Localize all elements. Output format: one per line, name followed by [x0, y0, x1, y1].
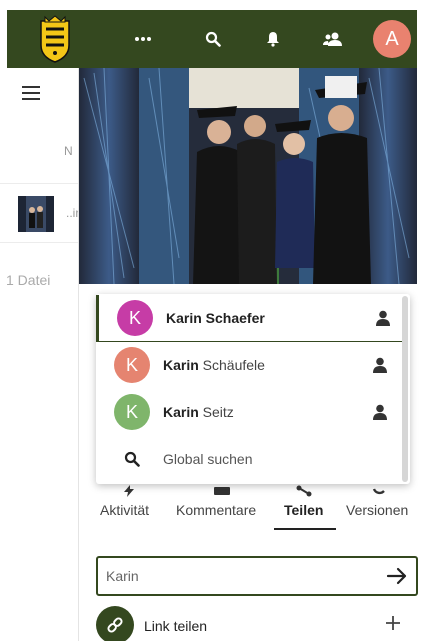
tab-activity[interactable]: Aktivität — [100, 502, 149, 518]
suggestion-name: Karin Schäufele — [163, 357, 265, 373]
user-icon — [376, 310, 390, 326]
suggestion-avatar: K — [114, 394, 150, 430]
user-avatar[interactable]: A — [373, 20, 411, 58]
search-icon[interactable] — [201, 27, 225, 51]
share-search-input[interactable] — [106, 566, 366, 586]
global-search-item[interactable]: Global suchen — [96, 436, 402, 483]
share-link-label: Link teilen — [144, 618, 208, 634]
app-window: A N ..ir 1 Datei Aktivität Kommentare Te… — [0, 0, 430, 641]
file-count-label: 1 Datei — [6, 272, 51, 288]
activity-icon — [122, 484, 138, 498]
suggestion-avatar: K — [114, 347, 150, 383]
suggestion-item[interactable]: K Karin Schaefer — [96, 295, 402, 342]
state-coat-of-arms-logo[interactable] — [37, 15, 73, 63]
history-icon — [372, 484, 388, 498]
suggestion-name: Karin Seitz — [163, 404, 234, 420]
hamburger-menu-icon[interactable] — [22, 86, 40, 100]
suggestion-item[interactable]: K Karin Seitz — [96, 389, 402, 436]
share-icon — [296, 484, 312, 498]
tab-comments[interactable]: Kommentare — [176, 502, 256, 518]
clipped-column-header: N — [64, 144, 73, 158]
more-horizontal-icon[interactable] — [131, 27, 155, 51]
top-header: A — [7, 10, 417, 68]
user-avatar-initial: A — [385, 27, 399, 50]
dropdown-scrollbar[interactable] — [402, 296, 408, 482]
contacts-icon[interactable] — [321, 27, 345, 51]
bell-icon[interactable] — [261, 27, 285, 51]
active-tab-indicator — [274, 528, 336, 530]
add-share-link-button[interactable] — [384, 614, 402, 632]
suggestion-avatar: K — [117, 300, 153, 336]
sidebar-tabs: Aktivität Kommentare Teilen Versionen — [96, 484, 417, 534]
autocomplete-dropdown: K Karin Schaefer K Karin Schäufele K Kar… — [96, 294, 410, 484]
link-icon — [96, 606, 134, 641]
file-thumbnail — [18, 196, 54, 232]
share-link-row[interactable]: Link teilen — [96, 606, 418, 641]
search-icon — [124, 451, 140, 467]
share-search-field — [96, 556, 418, 596]
file-list-row[interactable]: ..ir — [0, 183, 79, 243]
global-search-label: Global suchen — [163, 451, 253, 467]
user-icon — [373, 404, 387, 420]
user-icon — [373, 357, 387, 373]
comment-icon — [214, 484, 230, 498]
submit-arrow-button[interactable] — [386, 566, 408, 586]
tab-sharing[interactable]: Teilen — [284, 502, 323, 518]
suggestion-name: Karin Schaefer — [166, 310, 265, 326]
tab-versions[interactable]: Versionen — [346, 502, 408, 518]
image-preview — [79, 68, 417, 284]
suggestion-item[interactable]: K Karin Schäufele — [96, 342, 402, 389]
